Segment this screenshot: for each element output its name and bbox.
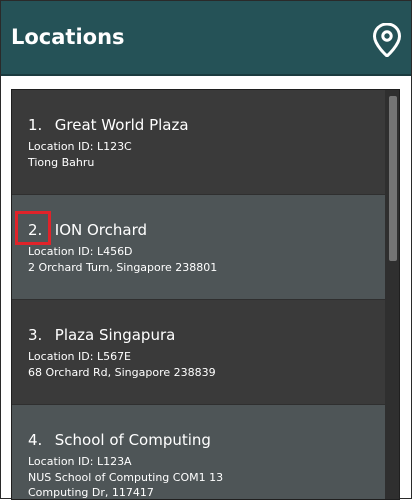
page-title: Locations [11,25,125,49]
map-pin-icon[interactable] [373,23,401,57]
locations-list[interactable]: 1. Great World Plaza Location ID: L123C … [11,89,400,500]
location-id: Location ID: L567E [28,350,132,363]
location-number: 3. [28,326,43,344]
list-item[interactable]: 2. ION Orchard Location ID: L456D 2 Orch… [12,195,385,299]
location-id: Location ID: L123C [28,140,132,153]
location-address: NUS School of Computing COM1 13 [28,471,224,484]
location-name: ION Orchard [54,221,148,239]
location-name: School of Computing [54,431,211,449]
app-header: Locations [1,1,411,76]
location-number: 2. [28,221,43,239]
list-item[interactable]: 1. Great World Plaza Location ID: L123C … [12,90,385,194]
location-number: 1. [28,116,43,134]
list-item[interactable]: 3. Plaza Singapura Location ID: L567E 68… [12,300,385,404]
location-address: Tiong Bahru [28,156,95,169]
location-title: 4. School of Computing [28,431,211,449]
scrollbar-thumb[interactable] [389,96,397,261]
location-name: Great World Plaza [54,116,189,134]
location-address: 68 Orchard Rd, Singapore 238839 [28,366,216,379]
location-address: Computing Dr, 117417 [28,486,154,499]
scrollbar[interactable] [388,94,397,497]
location-number: 4. [28,431,43,449]
location-id: Location ID: L456D [28,245,133,258]
location-address: 2 Orchard Turn, Singapore 238801 [28,261,218,274]
location-title: 2. ION Orchard [28,221,147,239]
location-id: Location ID: L123A [28,455,132,468]
location-name: Plaza Singapura [54,326,176,344]
location-title: 1. Great World Plaza [28,116,189,134]
location-title: 3. Plaza Singapura [28,326,175,344]
list-item[interactable]: 4. School of Computing Location ID: L123… [12,405,385,499]
app-window: Locations 1. Great World Plaza Location … [0,0,412,500]
